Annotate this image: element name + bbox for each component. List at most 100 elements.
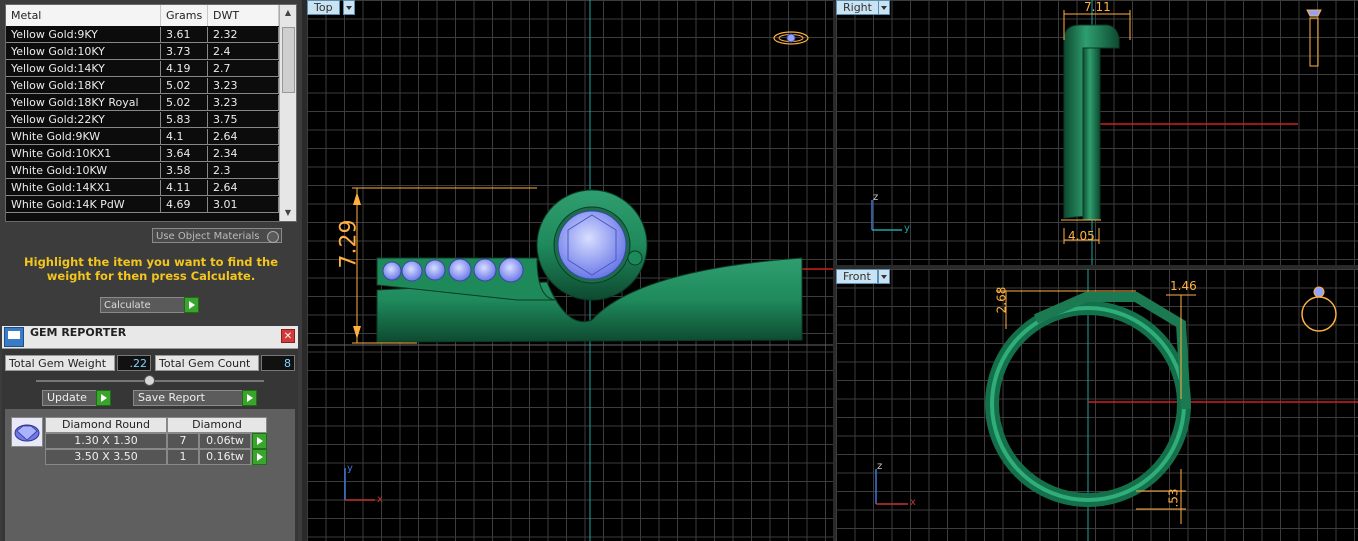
metal-table-row[interactable]: Yellow Gold:10KY 3.73 2.4 [6,44,279,61]
metal-table-row[interactable]: Yellow Gold:22KY 5.83 3.75 [6,112,279,129]
axis-y-label: y [347,463,353,474]
gem-weight-cell: 0.16tw [199,449,251,465]
viewport-right[interactable]: Right 7.11 4.05 z y [836,0,1358,265]
dimension-bottom: 4.05 [1068,229,1095,243]
gem-reporter-body: Total Gem Weight .22 Total Gem Count 8 U… [2,349,298,541]
dwt-cell: 2.4 [208,44,279,60]
dwt-cell: 3.23 [208,95,279,111]
metal-table-row[interactable]: White Gold:14K PdW 4.69 3.01 [6,197,279,214]
column-header-metal[interactable]: Metal [6,5,161,26]
calculate-label: Calculate [104,300,151,311]
round-diamond-icon[interactable] [11,417,43,447]
gem-count-cell: 1 [167,449,199,465]
use-object-materials-label: Use Object Materials [156,231,260,242]
metal-table-row[interactable]: White Gold:14KX1 4.11 2.64 [6,180,279,197]
chevron-down-icon[interactable] [343,0,355,15]
scrollbar-thumb[interactable] [282,27,295,93]
right-view-ring-model [871,0,1322,265]
play-icon[interactable] [96,390,111,406]
gem-reporter-header: GEM REPORTER ✕ [2,326,298,349]
dwt-cell: 2.7 [208,61,279,77]
total-gem-weight-label: Total Gem Weight [5,355,115,371]
chevron-down-icon[interactable] [878,0,890,15]
gem-reporter-title: GEM REPORTER [30,326,127,339]
gem-size-cell: 1.30 X 1.30 [45,433,167,449]
dwt-cell: 2.64 [208,129,279,145]
dwt-cell: 2.32 [208,27,279,43]
viewport-label-right[interactable]: Right [836,0,879,15]
metal-name-cell: Yellow Gold:22KY [6,112,161,128]
grams-cell: 5.02 [161,78,208,94]
column-header-grams[interactable]: Grams [161,5,208,26]
left-panel: Metal Grams DWT Yellow Gold:9KY 3.61 2.32 Y… [0,0,302,541]
top-view-ring-model [307,0,833,541]
axis-x-label: x [910,497,916,508]
gem-row-go-button[interactable] [251,449,267,465]
metal-name-cell: Yellow Gold:18KY [6,78,161,94]
play-icon[interactable] [252,449,267,465]
metal-table-row[interactable]: Yellow Gold:18KY 5.02 3.23 [6,78,279,95]
save-report-button[interactable]: Save Report [133,390,257,406]
dwt-cell: 2.64 [208,180,279,196]
viewport-top[interactable]: Top 7.29 y x [307,0,833,541]
metal-name-cell: Yellow Gold:10KY [6,44,161,60]
column-header-dwt[interactable]: DWT [208,5,279,26]
play-icon[interactable] [184,297,199,313]
metal-name-cell: White Gold:10KX1 [6,146,161,162]
grams-cell: 4.1 [161,129,208,145]
play-icon[interactable] [242,390,257,406]
dimension-bottom: .53 [1166,488,1181,508]
calculate-button[interactable]: Calculate [100,297,199,313]
grams-cell: 3.64 [161,146,208,162]
dwt-cell: 3.75 [208,112,279,128]
metal-table-row[interactable]: Yellow Gold:18KY Royal 5.02 3.23 [6,95,279,112]
calculate-hint: Highlight the item you want to find the … [24,255,278,283]
metal-name-cell: White Gold:9KW [6,129,161,145]
metal-name-cell: Yellow Gold:18KY Royal [6,95,161,111]
dwt-cell: 2.3 [208,163,279,179]
axis-x-label: x [377,494,383,505]
axis-z-label: z [873,192,879,203]
close-icon[interactable]: ✕ [281,329,295,343]
viewport-label-top[interactable]: Top [307,0,340,15]
viewport-label-front[interactable]: Front [836,269,878,284]
total-gem-count-value: 8 [261,355,295,371]
gem-row-go-button[interactable] [251,433,267,449]
metal-table-row[interactable]: White Gold:10KW 3.58 2.3 [6,163,279,180]
grams-cell: 5.83 [161,112,208,128]
dimension-top: 7.11 [1084,0,1111,14]
axis-z-label: z [877,461,883,472]
grams-cell: 3.58 [161,163,208,179]
metal-table-row[interactable]: Yellow Gold:9KY 3.61 2.32 [6,27,279,44]
total-gem-weight-value: .22 [117,355,151,371]
metal-name-cell: White Gold:14K PdW [6,197,161,213]
gem-count-cell: 7 [167,433,199,449]
report-slider-handle[interactable] [144,375,155,386]
update-label: Update [47,391,87,404]
dimension-left: 2.68 [994,286,1009,314]
grams-cell: 4.69 [161,197,208,213]
metal-table-scrollbar[interactable]: ▲ ▼ [279,5,296,221]
chevron-down-icon[interactable] [878,269,890,284]
metal-weight-table: Metal Grams DWT Yellow Gold:9KY 3.61 2.32 Y… [5,4,297,222]
gem-shape-header: Diamond Round [45,417,167,433]
grams-cell: 4.19 [161,61,208,77]
play-icon[interactable] [252,433,267,449]
update-button[interactable]: Update [42,390,111,406]
metal-table-row[interactable]: Yellow Gold:14KY 4.19 2.7 [6,61,279,78]
metal-table-header: Metal Grams DWT [6,5,279,26]
viewport-front[interactable]: Front 2.68 1.46 .53 z x [836,269,1358,541]
metal-name-cell: Yellow Gold:9KY [6,27,161,43]
metal-table-row[interactable]: White Gold:10KX1 3.64 2.34 [6,146,279,163]
gem-weight-cell: 0.06tw [199,433,251,449]
save-report-label: Save Report [138,391,205,404]
scroll-up-icon[interactable]: ▲ [280,5,296,21]
gem-size-cell: 3.50 X 3.50 [45,449,167,465]
total-gem-count-label: Total Gem Count [155,355,259,371]
use-object-materials-toggle[interactable]: Use Object Materials [152,228,282,243]
grams-cell: 3.73 [161,44,208,60]
metal-table-row[interactable]: White Gold:9KW 4.1 2.64 [6,129,279,146]
scroll-down-icon[interactable]: ▼ [280,205,296,221]
radio-icon[interactable] [267,231,279,243]
dimension-height: 7.29 [336,219,362,269]
